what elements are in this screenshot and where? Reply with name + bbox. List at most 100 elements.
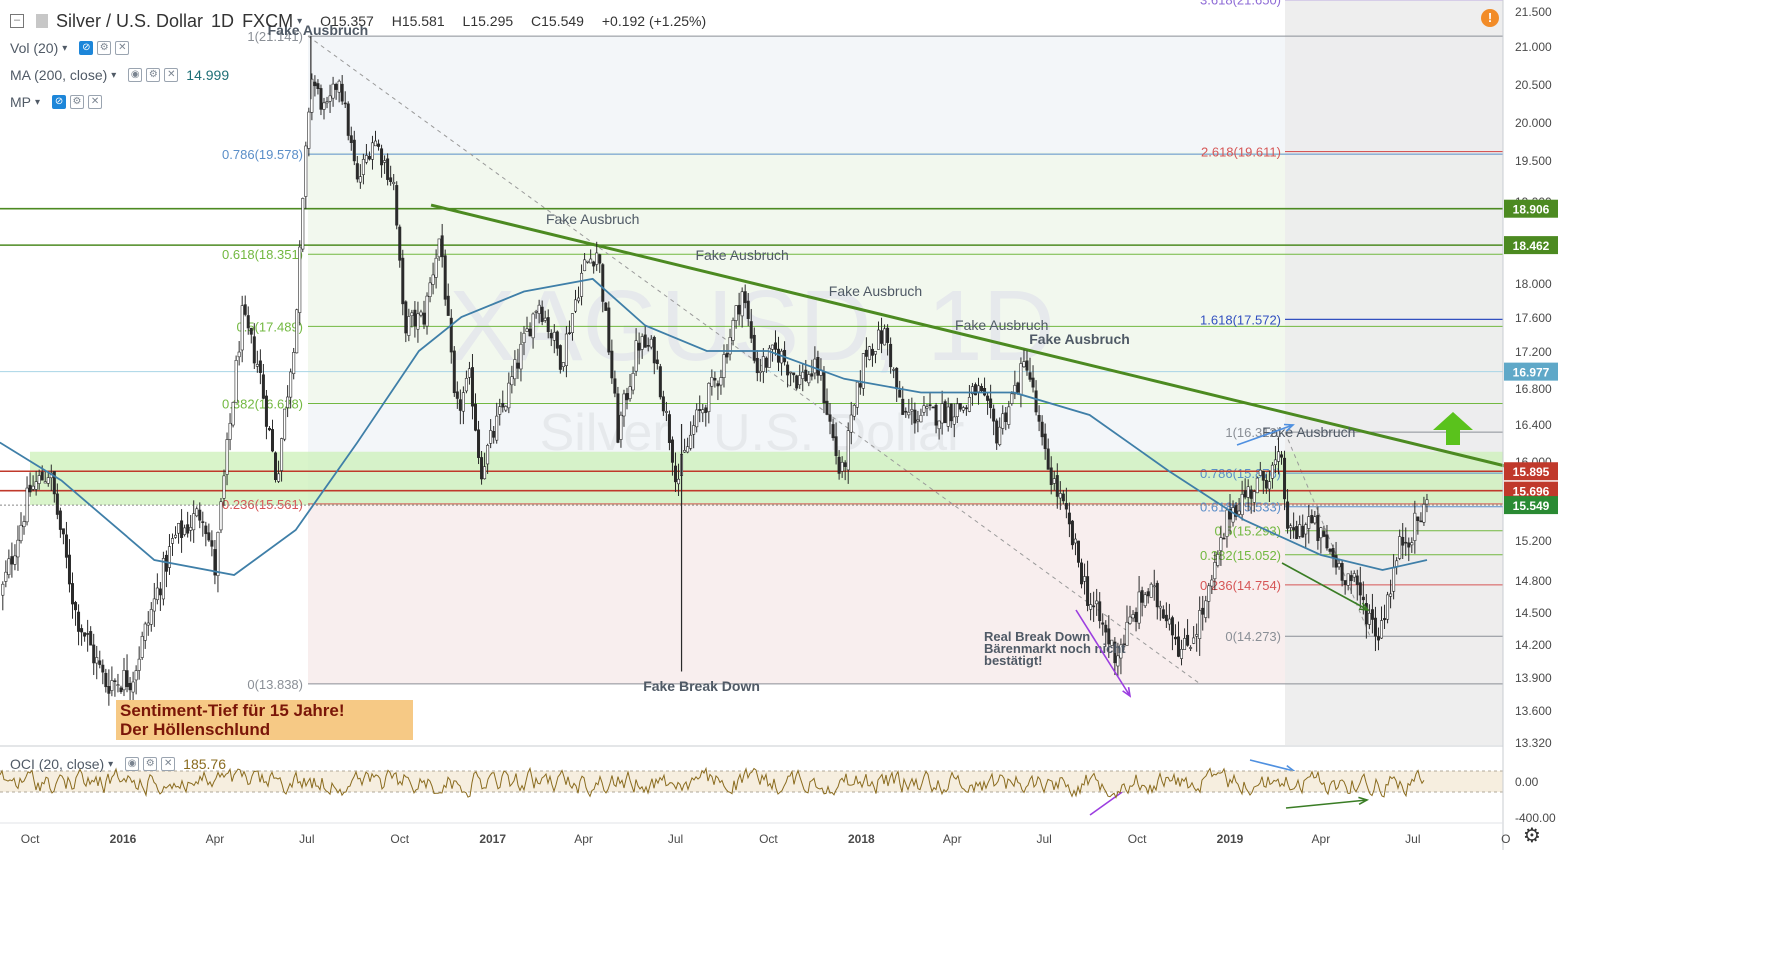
candle-body (225, 439, 229, 475)
chevron-down-icon[interactable]: ▾ (111, 70, 116, 81)
candle-body (170, 538, 174, 544)
fib-extension-label: 3.618(21.650) (1200, 0, 1281, 8)
candle-body (89, 631, 93, 646)
real-break-label: bestätigt! (984, 653, 1043, 668)
candle-body (892, 369, 896, 371)
candle-body (304, 145, 308, 197)
candle-body (189, 527, 193, 531)
settings-icon[interactable]: ⚙ (143, 757, 158, 771)
ma-label[interactable]: MA (200, close) (10, 67, 107, 83)
candle-body (1328, 548, 1332, 552)
sentiment-annotation[interactable]: Sentiment-Tief für 15 Jahre! Der Höllens… (116, 700, 413, 740)
candle-body (761, 356, 765, 372)
candle-body (292, 352, 296, 374)
time-tick-label: Jul (299, 832, 314, 846)
candle-body (328, 95, 332, 102)
candle-body (722, 354, 726, 378)
candle-body (1267, 481, 1271, 490)
candle-body (516, 362, 520, 369)
fake-ausbruch-label: Fake Ausbruch (1262, 424, 1355, 440)
candle-body (149, 609, 153, 625)
close-icon[interactable]: ✕ (88, 95, 103, 109)
chevron-down-icon[interactable]: ▾ (108, 759, 113, 770)
candle-body (1149, 583, 1153, 598)
time-tick-label: Apr (943, 832, 962, 846)
chevron-down-icon[interactable]: ▾ (297, 16, 302, 27)
candle-body (922, 405, 926, 413)
fib-level-label: 0(13.838) (247, 677, 303, 692)
candle-body (528, 328, 532, 337)
symbol-name[interactable]: Silver / U.S. Dollar (56, 11, 203, 32)
oci-label[interactable]: OCI (20, close) (10, 756, 104, 772)
settings-icon[interactable]: ⚙ (97, 41, 112, 55)
candle-body (822, 372, 826, 404)
alert-icon[interactable]: ! (1481, 9, 1499, 27)
candle-body (183, 527, 187, 535)
eye-icon[interactable]: ◉ (125, 757, 140, 771)
collapse-icon[interactable]: – (10, 14, 24, 28)
candle-body (604, 302, 608, 311)
candle-body (143, 623, 147, 641)
candle-body (1243, 490, 1247, 498)
candle-body (1225, 509, 1229, 537)
candle-body (1055, 475, 1059, 497)
candle-body (128, 682, 132, 691)
chevron-down-icon[interactable]: ▾ (62, 43, 67, 54)
candle-body (186, 524, 190, 534)
candle-body (513, 359, 517, 380)
candle-body (458, 399, 462, 411)
candle-body (1016, 382, 1020, 393)
candle-body (216, 531, 220, 576)
candle-body (546, 317, 550, 333)
candle-body (37, 475, 41, 484)
candle-body (207, 532, 211, 541)
candle-body (543, 317, 547, 321)
settings-icon[interactable]: ⚙ (146, 68, 161, 82)
fib-level-label: 0.5(17.489) (237, 319, 304, 334)
candle-body (555, 331, 559, 349)
candle-body (670, 439, 674, 463)
candle-body (943, 401, 947, 424)
chevron-down-icon[interactable]: ▾ (35, 97, 40, 108)
watermark-name: Silver / U.S. Dollar (540, 404, 965, 462)
price-tick-label: 21.000 (1515, 40, 1552, 54)
candle-body (1240, 493, 1244, 516)
candle-body (1261, 471, 1265, 481)
close-icon[interactable]: ✕ (161, 757, 176, 771)
candle-body (1201, 607, 1205, 615)
hidden-eye-icon[interactable]: ⊘ (79, 41, 94, 55)
candle-body (210, 540, 214, 547)
interval-label[interactable]: 1D (211, 11, 234, 32)
candle-body (1101, 622, 1105, 625)
candle-body (413, 309, 417, 327)
time-tick-label: Oct (21, 832, 40, 846)
candle-body (925, 406, 929, 409)
candle-body (519, 343, 523, 370)
candle-body (907, 411, 911, 416)
close-icon[interactable]: ✕ (115, 41, 130, 55)
candle-body (692, 425, 696, 435)
candle-body (698, 409, 702, 411)
gear-icon[interactable]: ⚙ (1522, 826, 1542, 846)
close-icon[interactable]: ✕ (164, 68, 179, 82)
hidden-eye-icon[interactable]: ⊘ (52, 95, 67, 109)
eye-icon[interactable]: ◉ (128, 68, 143, 82)
candle-body (852, 405, 856, 417)
settings-icon[interactable]: ⚙ (70, 95, 85, 109)
candle-body (404, 301, 408, 334)
candle-body (1028, 372, 1032, 380)
chart-canvas[interactable]: XAGUSD, 1DSilver / U.S. Dollar 1(21.141)… (0, 0, 1771, 963)
candle-body (913, 409, 917, 424)
candle-body (1237, 510, 1241, 515)
candle-body (167, 546, 171, 568)
projection-zone-bg (1285, 0, 1503, 745)
mp-label[interactable]: MP (10, 94, 31, 110)
candle-body (889, 343, 893, 368)
candle-body (610, 350, 614, 379)
candle-body (916, 419, 920, 422)
symbol-flag-icon (36, 14, 48, 28)
ohlc-values: O15.357 H15.581 L15.295 C15.549 +0.192 (… (320, 13, 720, 29)
vol-label[interactable]: Vol (20) (10, 40, 58, 56)
candle-body (804, 369, 808, 382)
time-tick-label: Jul (1036, 832, 1051, 846)
